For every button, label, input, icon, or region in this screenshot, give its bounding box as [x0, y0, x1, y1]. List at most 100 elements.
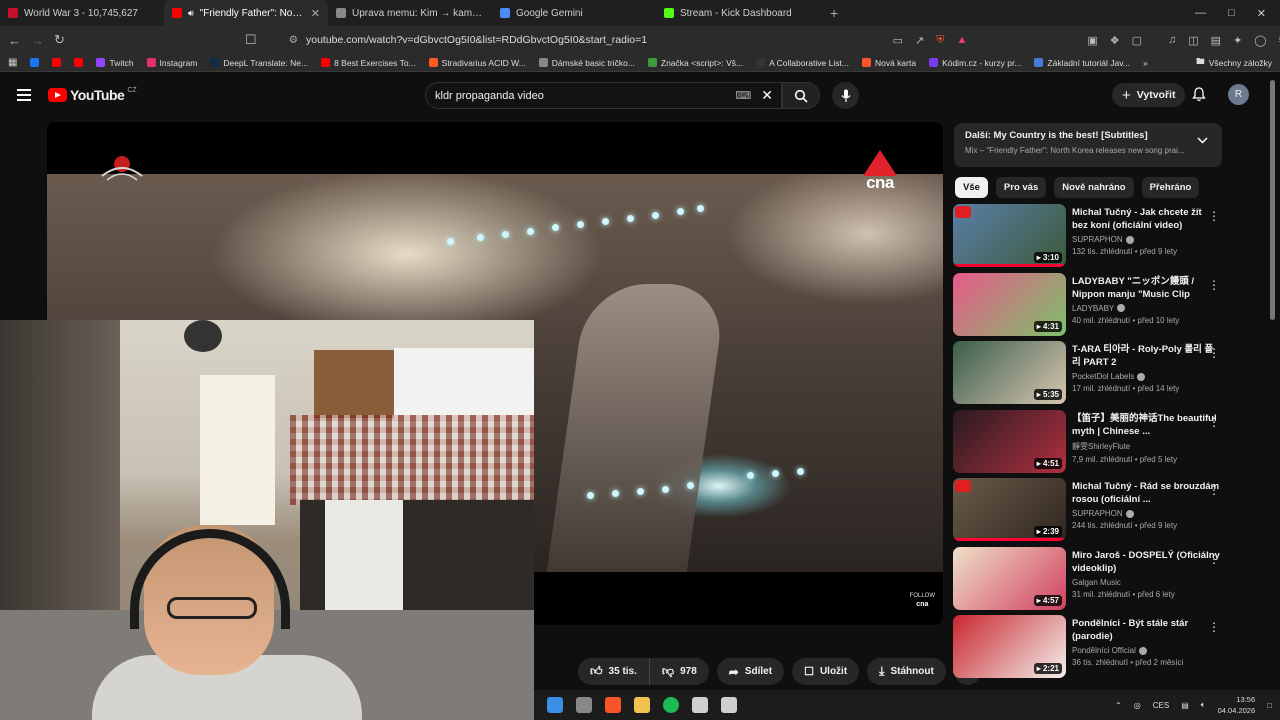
- dislike-button[interactable]: 👎︎ 978: [649, 658, 709, 685]
- filter-chip[interactable]: Nově nahráno: [1054, 177, 1134, 198]
- bookmark-item[interactable]: Kódim.cz - kurzy pr...: [929, 58, 1021, 68]
- video-thumbnail[interactable]: ▸ 2:39: [953, 478, 1066, 541]
- mix-up-next-card[interactable]: Další: My Country is the best! [Subtitle…: [954, 123, 1222, 167]
- recommendation-item[interactable]: ▸ 4:31 LADYBABY "ニッポン饅頭 / Nippon manju "M…: [953, 272, 1228, 342]
- back-icon[interactable]: ←: [8, 33, 21, 48]
- like-button[interactable]: 👍︎ 35 tis.: [578, 658, 650, 685]
- channel-name[interactable]: LADYBABY: [1072, 304, 1114, 313]
- bookmark-item[interactable]: 8 Best Exercises To...: [321, 58, 416, 68]
- browser-tab[interactable]: Stream - Kick Dashboard: [656, 0, 820, 26]
- channel-name[interactable]: Galgan Music: [1072, 578, 1121, 587]
- bookmark-icon[interactable]: ☐: [245, 32, 257, 48]
- bookmark-item[interactable]: [74, 58, 84, 67]
- voice-search-button[interactable]: [832, 82, 859, 109]
- more-bookmarks-icon[interactable]: »: [1143, 58, 1148, 68]
- recommendation-item[interactable]: ▸ 2:39 Michal Tučný - Rád se brouzdám ros…: [953, 478, 1228, 547]
- channel-name[interactable]: SUPRAPHON: [1072, 509, 1123, 518]
- audio-playing-icon[interactable]: 🔊︎: [188, 8, 194, 19]
- filter-chip[interactable]: Vše: [955, 177, 988, 198]
- recommendation-item[interactable]: ▸ 4:51 【笛子】美丽的神话The beautiful myth | Chin…: [953, 409, 1228, 479]
- download-button[interactable]: ⤓ Stáhnout: [867, 658, 946, 685]
- bookmark-item[interactable]: Twitch: [96, 58, 134, 68]
- reload-icon[interactable]: ↻: [54, 32, 65, 48]
- more-vertical-icon[interactable]: ⋮: [1208, 620, 1220, 634]
- recommendation-item[interactable]: ▸ 3:10 Michal Tučný - Jak chcete žít bez …: [953, 204, 1228, 273]
- notification-center-icon[interactable]: □: [1267, 701, 1272, 710]
- share-icon[interactable]: ↗: [915, 34, 924, 47]
- sidebar-icon[interactable]: ◫: [1188, 34, 1198, 47]
- address-bar[interactable]: ⚙ youtube.com/watch?v=dGbvctOg5I0&list=R…: [283, 30, 883, 50]
- channel-name[interactable]: PocketDol Labels: [1072, 372, 1134, 381]
- more-vertical-icon[interactable]: ⋮: [1208, 278, 1220, 292]
- keyboard-icon[interactable]: ⌨: [735, 89, 751, 102]
- apps-grid-icon[interactable]: ▦: [8, 57, 17, 68]
- create-button[interactable]: + Vytvořit: [1112, 83, 1186, 107]
- account-avatar[interactable]: R: [1228, 84, 1249, 105]
- brave-browser-icon[interactable]: [605, 697, 621, 713]
- video-thumbnail[interactable]: ▸ 4:57: [953, 546, 1066, 610]
- share-button[interactable]: ➦ Sdílet: [716, 658, 785, 685]
- video-thumbnail[interactable]: ▸ 3:10: [953, 204, 1066, 267]
- new-tab-icon[interactable]: +: [830, 5, 838, 21]
- bookmark-item[interactable]: [52, 58, 62, 67]
- maximize-icon[interactable]: □: [1228, 7, 1235, 20]
- bookmark-item[interactable]: Nová karta: [861, 58, 916, 68]
- video-title[interactable]: T-ARA 티아라 - Roly-Poly 롤리 폴리 PART 2: [1072, 343, 1228, 369]
- network-icon[interactable]: ▤: [1181, 701, 1189, 710]
- more-vertical-icon[interactable]: ⋮: [1208, 415, 1220, 429]
- video-title[interactable]: Pondělníci - Být stále stár (parodie): [1072, 617, 1228, 643]
- search-input[interactable]: kldr propaganda video ⌨ ✕: [425, 82, 782, 109]
- filter-chip[interactable]: Přehráno: [1141, 177, 1200, 198]
- brave-rewards-icon[interactable]: ▲: [956, 34, 967, 47]
- recommendation-item[interactable]: ▸ 4:57 Miro Jaroš - DOSPELÝ (Oficiálny vi…: [953, 546, 1228, 616]
- windows-start-icon[interactable]: [547, 697, 563, 713]
- file-explorer-icon[interactable]: [634, 697, 650, 713]
- forward-icon[interactable]: →: [31, 33, 44, 48]
- screenshot-icon[interactable]: ▢: [1132, 34, 1142, 47]
- all-bookmarks-folder[interactable]: 🖿︎ Všechny záložky: [1196, 56, 1272, 70]
- browser-tab[interactable]: Úprava memu: Kim → kamarád + izra: [328, 0, 492, 26]
- video-thumbnail[interactable]: ▸ 2:21: [953, 615, 1066, 678]
- brave-shields-icon[interactable]: ⛨: [936, 34, 944, 47]
- video-title[interactable]: 【笛子】美丽的神话The beautiful myth | Chinese ..…: [1072, 412, 1228, 438]
- extension-icon[interactable]: ▣: [1087, 34, 1097, 47]
- bookmark-item[interactable]: Základní tutoriál Jav...: [1034, 58, 1130, 68]
- video-title[interactable]: Michal Tučný - Rád se brouzdám rosou (of…: [1072, 480, 1228, 506]
- microphone-tray-icon[interactable]: ◎: [1134, 701, 1141, 710]
- save-button[interactable]: ☐ Uložit: [792, 658, 860, 685]
- chevron-down-icon[interactable]: [1197, 137, 1208, 144]
- bookmark-item[interactable]: Dámské basic tričko...: [538, 58, 635, 68]
- browser-tab[interactable]: 🔊︎ "Friendly Father": North Korea ✕: [164, 0, 328, 26]
- spotify-icon[interactable]: [663, 697, 679, 713]
- more-vertical-icon[interactable]: ⋮: [1208, 209, 1220, 223]
- more-vertical-icon[interactable]: ⋮: [1208, 552, 1220, 566]
- channel-name[interactable]: 靜雯ShirleyFlute: [1072, 441, 1130, 452]
- media-icon[interactable]: ♫: [1168, 34, 1176, 47]
- video-title[interactable]: Miro Jaroš - DOSPELÝ (Oficiálny videokli…: [1072, 549, 1228, 575]
- bookmark-item[interactable]: Značka <script>: Vš...: [647, 58, 743, 68]
- follow-watermark[interactable]: FOLLOW cna: [910, 593, 935, 609]
- filter-chip[interactable]: Pro vás: [995, 177, 1047, 198]
- video-title[interactable]: Michal Tučný - Jak chcete žít bez koní (…: [1072, 206, 1228, 232]
- wallet-icon[interactable]: ▤: [1211, 34, 1221, 47]
- bookmark-item[interactable]: Stradivarius ACID W...: [428, 58, 526, 68]
- minimize-icon[interactable]: —: [1195, 7, 1206, 20]
- search-button[interactable]: [782, 82, 820, 109]
- app-icon[interactable]: [692, 697, 708, 713]
- browser-tab[interactable]: World War 3 - 10,745,627: [0, 0, 164, 26]
- clear-search-icon[interactable]: ✕: [761, 87, 773, 104]
- youtube-logo[interactable]: YouTube CZ: [48, 87, 137, 103]
- channel-name[interactable]: Pondělníci Official: [1072, 646, 1136, 655]
- language-indicator[interactable]: CES: [1153, 701, 1169, 710]
- task-view-icon[interactable]: [576, 697, 592, 713]
- hamburger-menu-icon[interactable]: [17, 89, 31, 101]
- bookmark-item[interactable]: A Collaborative List...: [756, 58, 849, 68]
- puzzle-icon[interactable]: ❖: [1110, 34, 1120, 47]
- leo-ai-icon[interactable]: ✦: [1233, 34, 1242, 47]
- app-icon[interactable]: [721, 697, 737, 713]
- vpn-icon[interactable]: ◯: [1254, 34, 1266, 47]
- close-window-icon[interactable]: ✕: [1257, 7, 1266, 20]
- cast-icon[interactable]: ▭: [893, 34, 903, 47]
- video-thumbnail[interactable]: ▸ 5:35: [953, 341, 1066, 404]
- browser-tab[interactable]: Google Gemini: [492, 0, 656, 26]
